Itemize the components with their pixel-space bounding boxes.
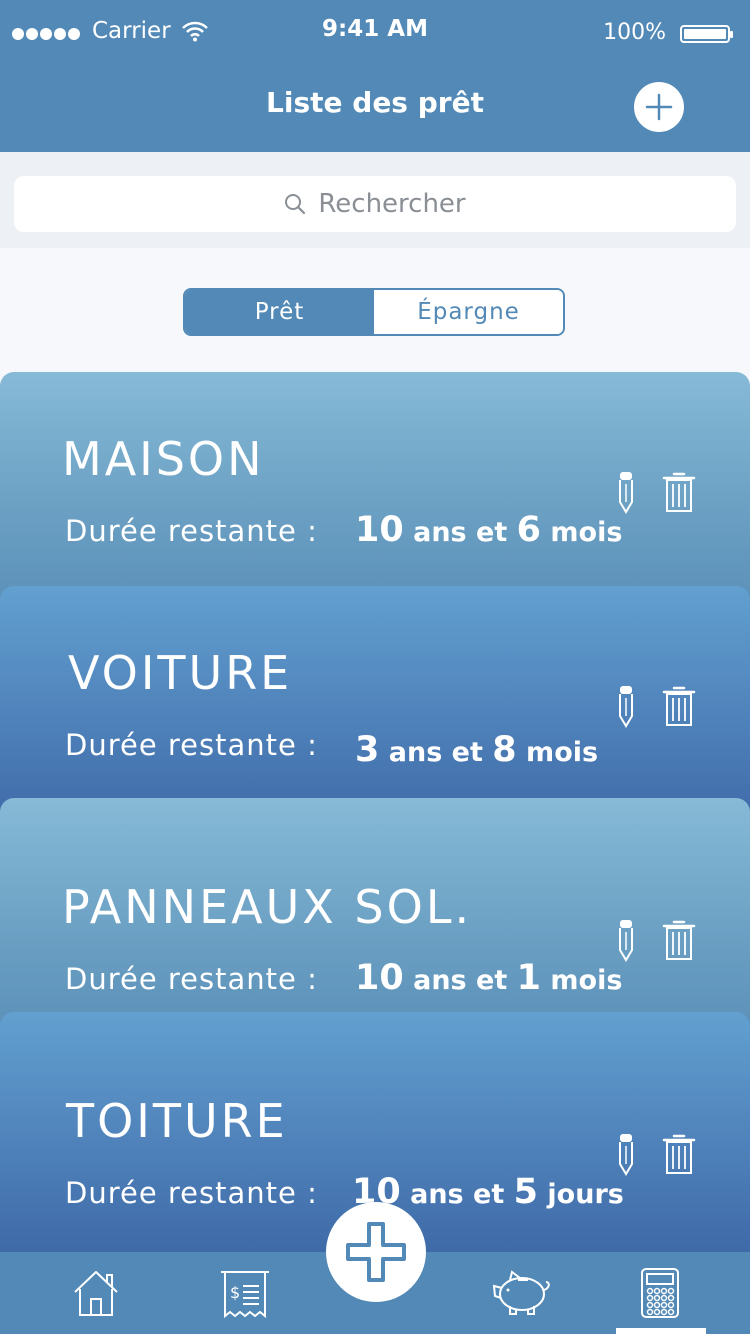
plus-icon (645, 93, 673, 121)
piggy-bank-icon (492, 1270, 550, 1315)
trash-icon[interactable] (662, 684, 696, 728)
loan-title: MAISON (62, 432, 265, 486)
trash-icon[interactable] (662, 470, 696, 514)
edit-icon[interactable] (614, 918, 638, 962)
calculator-icon (641, 1268, 679, 1318)
segment-loan[interactable]: Prêt (185, 290, 374, 334)
loan-title: PANNEAUX SOL. (62, 880, 473, 934)
loan-savings-toggle: Prêt Épargne (183, 288, 565, 336)
loan-title: VOITURE (68, 646, 293, 700)
add-loan-button[interactable] (634, 82, 684, 132)
tab-receipts[interactable]: $ (195, 1252, 295, 1334)
receipt-icon: $ (221, 1271, 269, 1319)
edit-icon[interactable] (614, 470, 638, 514)
battery-icon (680, 25, 733, 43)
tab-home[interactable] (46, 1252, 146, 1334)
remaining-duration-label: Durée restante : (65, 728, 318, 762)
svg-text:$: $ (230, 1283, 240, 1302)
edit-icon[interactable] (614, 684, 638, 728)
loan-card[interactable]: PANNEAUX SOL. Durée restante : 10 ans et… (0, 798, 750, 1038)
tab-calculator[interactable] (610, 1252, 710, 1334)
segment-savings[interactable]: Épargne (374, 290, 563, 334)
remaining-duration-value: 10 ans et 6 mois (355, 510, 623, 550)
remaining-duration-label: Durée restante : (65, 514, 318, 548)
search-icon (285, 194, 306, 215)
active-tab-indicator (616, 1328, 706, 1334)
edit-icon[interactable] (614, 1132, 638, 1176)
loan-card[interactable]: VOITURE Durée restante : 3 ans et 8 mois (0, 586, 750, 826)
remaining-duration-label: Durée restante : (65, 962, 318, 996)
loan-title: TOITURE (66, 1094, 288, 1148)
floating-add-button[interactable] (326, 1202, 426, 1302)
remaining-duration-value: 10 ans et 1 mois (355, 958, 623, 998)
add-icon (346, 1222, 406, 1282)
trash-icon[interactable] (662, 918, 696, 962)
status-bar: Carrier 9:41 AM 100% (0, 0, 750, 66)
battery-percent: 100% (603, 20, 666, 45)
tab-savings[interactable] (470, 1252, 570, 1334)
search-placeholder: Rechercher (318, 189, 466, 219)
search-input[interactable]: Rechercher (14, 176, 736, 232)
trash-icon[interactable] (662, 1132, 696, 1176)
home-icon (74, 1271, 118, 1316)
header: Carrier 9:41 AM 100% Liste des prêt (0, 0, 750, 152)
loan-card[interactable]: MAISON Durée restante : 10 ans et 6 mois (0, 372, 750, 612)
remaining-duration-value: 3 ans et 8 mois (355, 730, 599, 770)
remaining-duration-label: Durée restante : (65, 1176, 318, 1210)
search-area: Rechercher (0, 152, 750, 248)
